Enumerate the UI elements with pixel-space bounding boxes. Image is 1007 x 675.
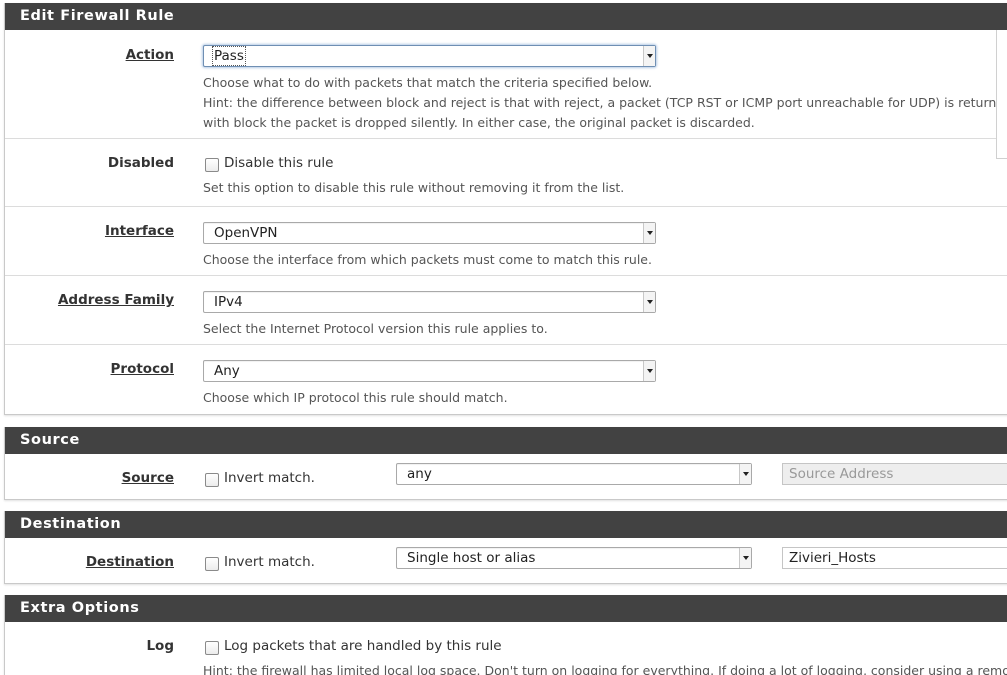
disabled-row: Disabled Disable this rule Set this opti…	[5, 139, 1007, 207]
log-label: Log	[146, 638, 174, 654]
destination-type-value: Single host or alias	[407, 550, 536, 566]
source-type-select[interactable]: any	[396, 463, 752, 485]
protocol-label[interactable]: Protocol	[111, 361, 174, 377]
address-family-row: Address Family IPv4 Select the Internet …	[5, 276, 1007, 345]
destination-label[interactable]: Destination	[86, 554, 174, 570]
interface-help: Choose the interface from which packets …	[203, 252, 652, 267]
destination-address-input[interactable]: Zivieri_Hosts	[782, 547, 1007, 569]
action-select[interactable]: Pass	[203, 45, 656, 67]
address-family-select-value: IPv4	[214, 294, 243, 310]
action-label[interactable]: Action	[126, 47, 174, 63]
destination-panel: Destination Destination Invert match. Si…	[4, 511, 1007, 584]
source-type-value: any	[407, 466, 432, 482]
protocol-help: Choose which IP protocol this rule shoul…	[203, 390, 508, 405]
chevron-down-icon	[643, 361, 655, 381]
disable-rule-checkbox[interactable]	[205, 158, 219, 172]
destination-row: Destination Invert match. Single host or…	[5, 538, 1007, 583]
chevron-down-icon	[643, 46, 655, 66]
source-label[interactable]: Source	[122, 470, 174, 486]
log-checkbox[interactable]	[205, 641, 219, 655]
address-family-label[interactable]: Address Family	[58, 292, 174, 308]
extra-options-heading: Extra Options	[5, 595, 1007, 622]
action-select-value: Pass	[212, 46, 246, 66]
edit-rule-heading: Edit Firewall Rule	[5, 3, 1007, 30]
interface-select-value: OpenVPN	[214, 225, 278, 241]
destination-invert-checkbox[interactable]	[205, 557, 219, 571]
interface-label[interactable]: Interface	[105, 223, 174, 239]
source-panel: Source Source Invert match. any Source A…	[4, 427, 1007, 500]
destination-heading: Destination	[5, 511, 1007, 538]
source-row: Source Invert match. any Source Address	[5, 454, 1007, 499]
chevron-down-icon	[643, 292, 655, 312]
source-heading: Source	[5, 427, 1007, 454]
chevron-down-icon	[739, 548, 751, 568]
interface-select[interactable]: OpenVPN	[203, 222, 656, 244]
extra-options-panel: Extra Options Log Log packets that are h…	[4, 595, 1007, 675]
disabled-label: Disabled	[107, 155, 174, 171]
protocol-select[interactable]: Any	[203, 360, 656, 382]
action-hint: Hint: the difference between block and r…	[203, 95, 1007, 110]
protocol-row: Protocol Any Choose which IP protocol th…	[5, 345, 1007, 414]
destination-type-select[interactable]: Single host or alias	[396, 547, 752, 569]
protocol-select-value: Any	[214, 363, 240, 379]
source-address-input[interactable]: Source Address	[782, 463, 1007, 485]
destination-invert-label[interactable]: Invert match.	[224, 554, 315, 570]
disabled-help: Set this option to disable this rule wit…	[203, 180, 625, 195]
disable-rule-checkbox-label[interactable]: Disable this rule	[224, 155, 333, 171]
source-invert-checkbox[interactable]	[205, 473, 219, 487]
address-family-select[interactable]: IPv4	[203, 291, 656, 313]
log-checkbox-label[interactable]: Log packets that are handled by this rul…	[224, 638, 502, 654]
firewall-rule-editor: Edit Firewall Rule Action Pass Choose wh…	[0, 0, 1007, 675]
scrollbar[interactable]	[996, 30, 1007, 159]
action-hint-cont: with block the packet is dropped silentl…	[203, 115, 755, 130]
chevron-down-icon	[643, 223, 655, 243]
address-family-help: Select the Internet Protocol version thi…	[203, 321, 548, 336]
source-invert-label[interactable]: Invert match.	[224, 470, 315, 486]
edit-rule-panel: Edit Firewall Rule Action Pass Choose wh…	[4, 3, 1007, 415]
log-help: Hint: the firewall has limited local log…	[203, 663, 1007, 675]
log-row: Log Log packets that are handled by this…	[5, 622, 1007, 675]
action-help: Choose what to do with packets that matc…	[203, 75, 653, 90]
chevron-down-icon	[739, 464, 751, 484]
action-row: Action Pass Choose what to do with packe…	[5, 30, 1007, 139]
interface-row: Interface OpenVPN Choose the interface f…	[5, 207, 1007, 276]
